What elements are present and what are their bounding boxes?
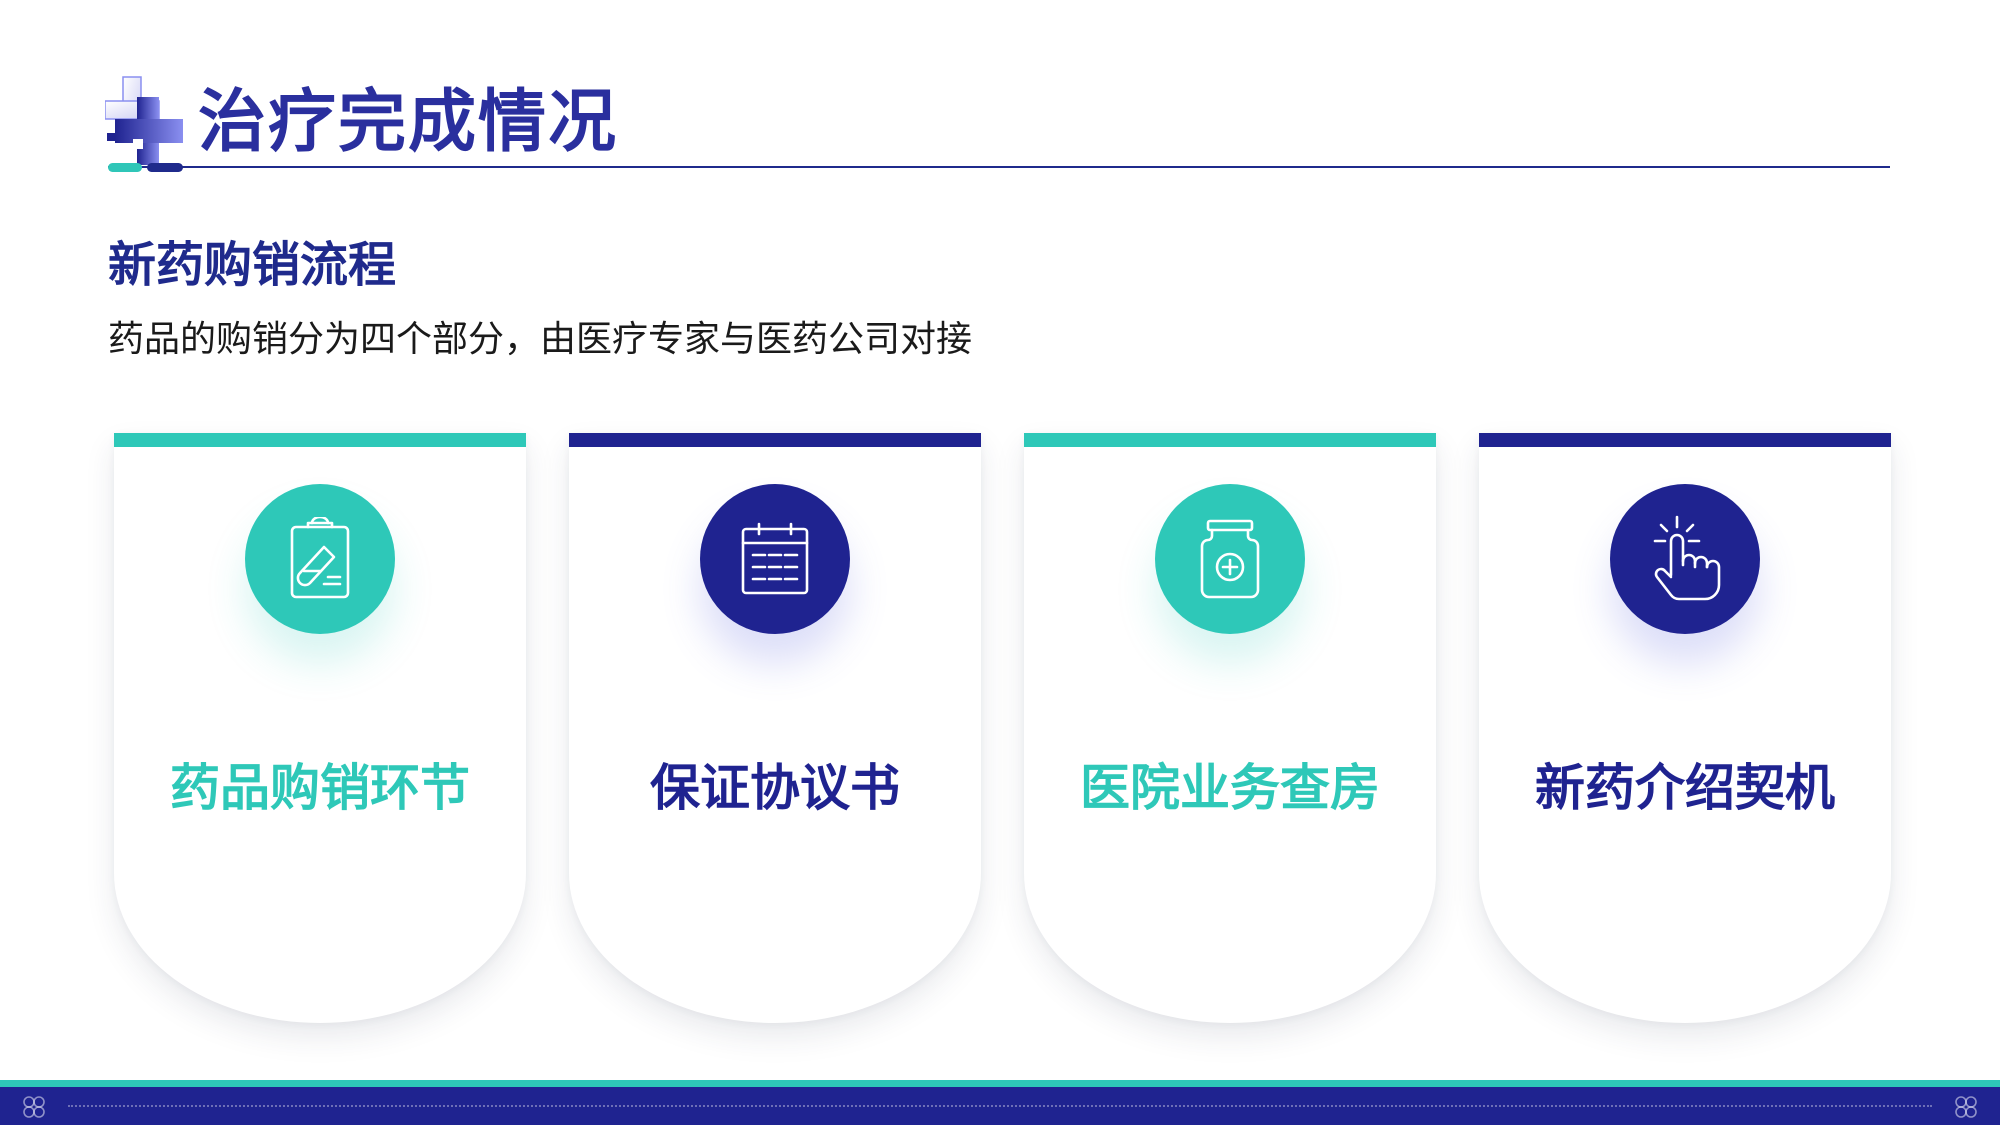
card-label: 新药介绍契机 (1535, 759, 1835, 817)
pointer-hand-icon (1610, 484, 1760, 634)
card-label: 保证协议书 (650, 759, 900, 817)
card-new-drug-intro: 新药介绍契机 (1479, 433, 1891, 1023)
card-top-bar (114, 433, 526, 447)
footer-dotted-line (68, 1105, 1932, 1107)
footer-accent-stripe (0, 1080, 2000, 1087)
title-accent-navy (147, 163, 183, 172)
section-title: 新药购销流程 (108, 237, 397, 293)
section-description: 药品的购销分为四个部分，由医疗专家与医药公司对接 (108, 319, 973, 360)
calendar-icon (700, 484, 850, 634)
card-top-bar (1479, 433, 1891, 447)
card-guarantee-agreement: 保证协议书 (569, 433, 981, 1023)
medicine-jar-icon (1155, 484, 1305, 634)
title-divider (108, 166, 1890, 168)
card-label: 医院业务查房 (1080, 759, 1380, 817)
quatrefoil-ornament-icon (23, 1096, 45, 1118)
card-drug-sales: 药品购销环节 (114, 433, 526, 1023)
card-label: 药品购销环节 (170, 759, 470, 817)
card-top-bar (1024, 433, 1436, 447)
card-hospital-rounds: 医院业务查房 (1024, 433, 1436, 1023)
page-title: 治疗完成情况 (198, 83, 619, 162)
quatrefoil-ornament-icon (1955, 1096, 1977, 1118)
medical-cross-logo-icon (105, 76, 183, 165)
card-top-bar (569, 433, 981, 447)
title-accent-teal (108, 163, 142, 172)
clipboard-icon (245, 484, 395, 634)
